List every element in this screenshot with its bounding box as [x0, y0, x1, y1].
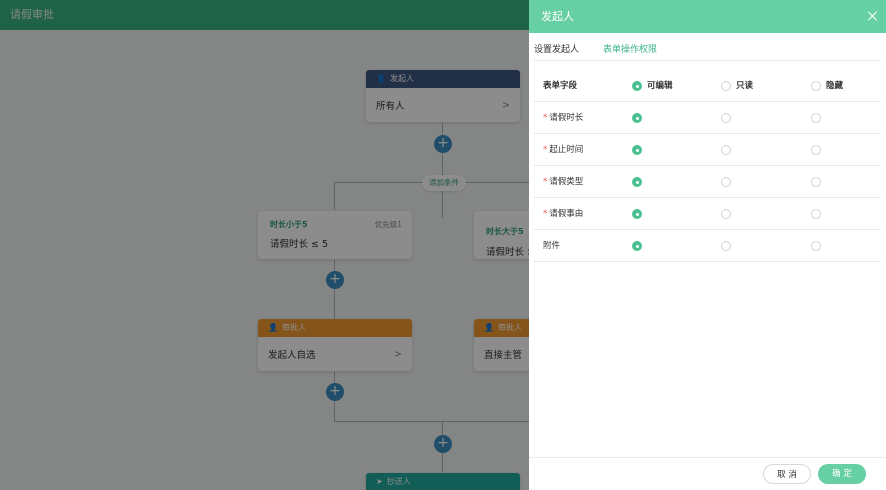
hidden-header: 隐藏	[826, 81, 844, 91]
editable-radio[interactable]	[632, 241, 642, 251]
hidden-radio[interactable]	[811, 145, 821, 155]
tab-divider	[534, 60, 881, 61]
hidden-all-radio[interactable]	[811, 81, 821, 91]
tab-bar: 设置发起人 表单操作权限	[534, 40, 681, 61]
close-icon[interactable]	[866, 9, 880, 23]
field-label: 请假时长	[549, 113, 584, 123]
table-row: * 请假类型	[534, 166, 881, 198]
settings-drawer: 发起人 设置发起人 表单操作权限 表单字段 可编辑 只读 隐藏 * 请假时长 * 起…	[529, 0, 886, 490]
editable-radio[interactable]	[632, 209, 642, 219]
field-label: 请假事由	[549, 209, 584, 219]
field-header: 表单字段	[543, 81, 578, 91]
editable-all-radio[interactable]	[632, 81, 642, 91]
table-header: 表单字段 可编辑 只读 隐藏	[534, 70, 881, 102]
drawer-title: 发起人	[541, 10, 574, 23]
drawer-header: 发起人	[529, 0, 886, 33]
field-label: 附件	[543, 241, 561, 251]
confirm-button[interactable]: 确 定	[818, 464, 866, 484]
hidden-radio[interactable]	[811, 113, 821, 123]
permissions-table: 表单字段 可编辑 只读 隐藏 * 请假时长 * 起止时间 * 请假类型 * 请假…	[534, 70, 881, 262]
footer-divider	[529, 457, 886, 458]
editable-radio[interactable]	[632, 177, 642, 187]
editable-radio[interactable]	[632, 145, 642, 155]
required-mark: *	[543, 145, 548, 155]
readonly-radio[interactable]	[721, 209, 731, 219]
hidden-radio[interactable]	[811, 241, 821, 251]
readonly-radio[interactable]	[721, 113, 731, 123]
hidden-radio[interactable]	[811, 209, 821, 219]
tab-set-initiator[interactable]: 设置发起人	[534, 40, 579, 60]
readonly-radio[interactable]	[721, 145, 731, 155]
field-label: 起止时间	[549, 145, 584, 155]
readonly-header: 只读	[736, 81, 754, 91]
table-row: * 请假时长	[534, 102, 881, 134]
required-mark: *	[543, 177, 548, 187]
table-row: * 起止时间	[534, 134, 881, 166]
field-label: 请假类型	[549, 177, 584, 187]
readonly-all-radio[interactable]	[721, 81, 731, 91]
cancel-button[interactable]: 取 消	[763, 464, 811, 484]
table-row: 附件	[534, 230, 881, 262]
editable-header: 可编辑	[647, 81, 673, 91]
editable-radio[interactable]	[632, 113, 642, 123]
required-mark: *	[543, 113, 548, 123]
readonly-radio[interactable]	[721, 241, 731, 251]
hidden-radio[interactable]	[811, 177, 821, 187]
table-row: * 请假事由	[534, 198, 881, 230]
readonly-radio[interactable]	[721, 177, 731, 187]
required-mark: *	[543, 209, 548, 219]
tab-form-permissions[interactable]: 表单操作权限	[603, 40, 658, 61]
